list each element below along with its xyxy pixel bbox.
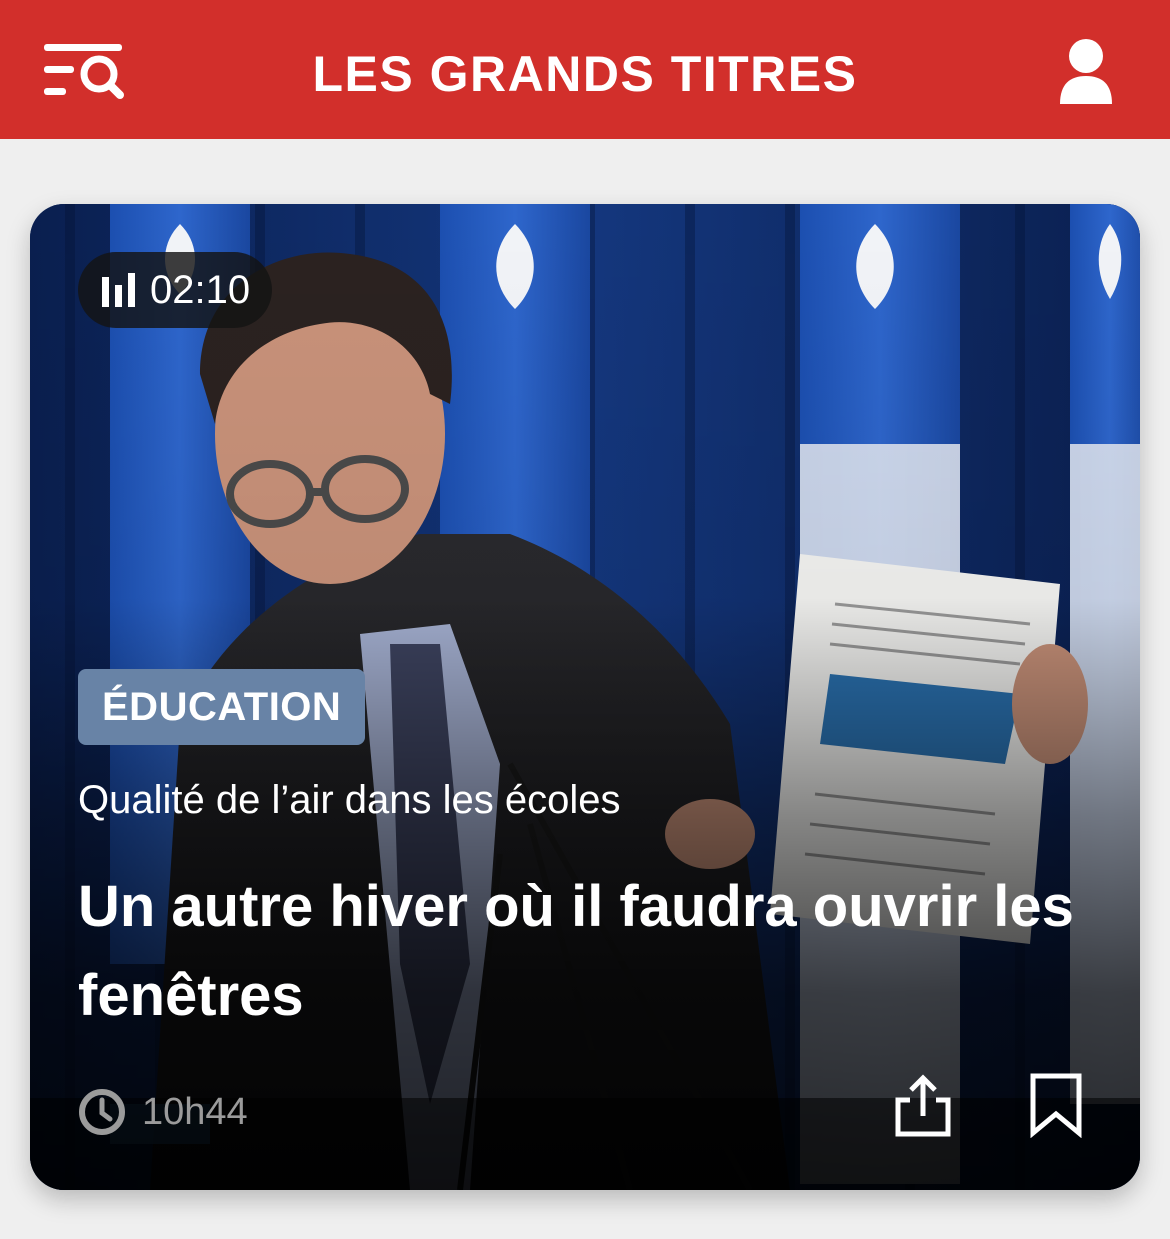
timestamp-row: 10h44 [78, 1088, 248, 1136]
user-icon [1060, 39, 1112, 104]
article-headline[interactable]: Un autre hiver où il faudra ouvrir les f… [78, 862, 1078, 1040]
audio-bars-icon [102, 273, 135, 307]
bookmark-icon [1030, 1073, 1082, 1139]
profile-button[interactable] [1052, 36, 1120, 108]
share-button[interactable] [892, 1072, 954, 1138]
share-icon [895, 1074, 951, 1137]
category-badge[interactable]: ÉDUCATION [78, 669, 366, 745]
audio-duration-badge[interactable]: 02:10 [78, 252, 273, 328]
top-header: LES GRANDS TITRES [0, 0, 1170, 139]
publish-time: 10h44 [142, 1091, 248, 1133]
clock-icon [79, 1089, 125, 1135]
page-title: LES GRANDS TITRES [312, 46, 858, 102]
article-kicker: Qualité de l’air dans les écoles [78, 778, 621, 822]
bookmark-button[interactable] [1028, 1072, 1084, 1139]
featured-article-card[interactable]: 02:10 ÉDUCATION Qualité de l’air dans le… [30, 204, 1140, 1190]
duration-label: 02:10 [150, 268, 251, 312]
